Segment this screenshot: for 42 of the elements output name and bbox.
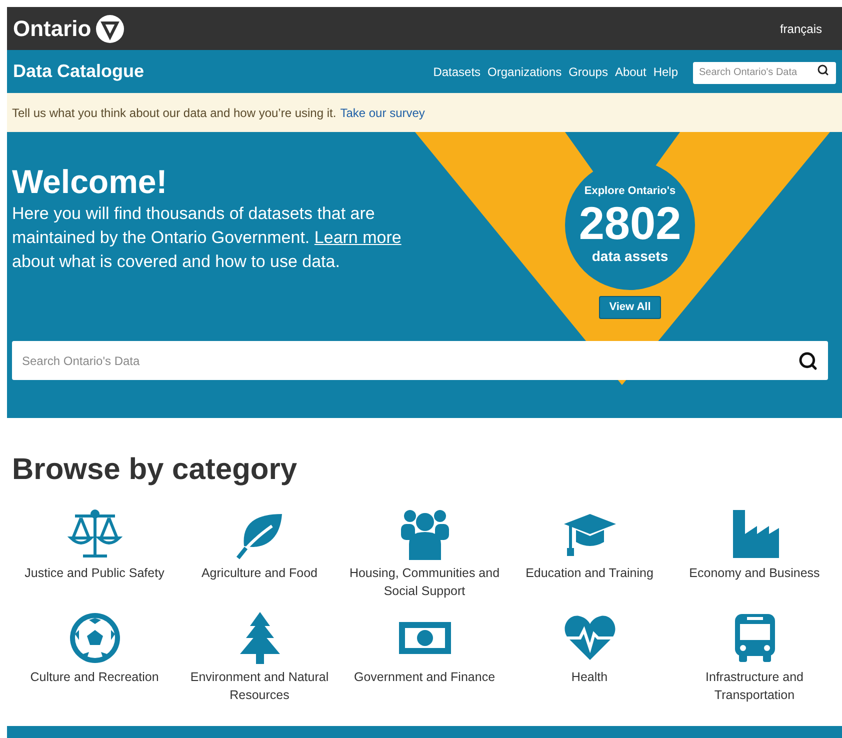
category-label: Justice and Public Safety xyxy=(24,565,164,582)
nav-link[interactable]: Groups xyxy=(568,62,608,80)
category-label: Culture and Recreation xyxy=(30,669,159,686)
category-link[interactable]: Government and Finance xyxy=(342,610,507,704)
hero-search-field[interactable]: Search Ontario's Data xyxy=(12,341,828,380)
category-link[interactable]: Economy and Business xyxy=(672,506,837,600)
asset-count: 2802 xyxy=(578,200,682,246)
view-all-button[interactable]: View All xyxy=(599,296,661,319)
nav-search-field[interactable]: Search Ontario's Data xyxy=(693,62,836,84)
search-icon xyxy=(798,351,818,371)
nav-link[interactable]: Organizations xyxy=(488,62,562,80)
category-label: Economy and Business xyxy=(689,565,820,582)
category-label: Environment and Natural Resources xyxy=(189,669,330,704)
category-label: Government and Finance xyxy=(354,669,496,686)
category-link[interactable]: Infrastructure and Transportation xyxy=(672,610,837,704)
category-link[interactable]: Education and Training xyxy=(507,506,672,600)
category-label: Infrastructure and Transportation xyxy=(704,669,804,704)
site-title: Data Catalogue xyxy=(13,60,144,83)
category-link[interactable]: Health xyxy=(507,610,672,704)
welcome-heading: Welcome! xyxy=(12,162,168,202)
category-label: Health xyxy=(571,669,608,686)
learn-more-link[interactable]: Learn more xyxy=(314,228,402,247)
intro-paragraph: Here you will find thousands of datasets that are maintained by the Ontario Government. Learn more about what is covered and how to use data. xyxy=(12,203,402,273)
category-link[interactable]: Culture and Recreation xyxy=(12,610,177,704)
logo-text: Ontario xyxy=(13,15,92,43)
category-label: Agriculture and Food xyxy=(201,565,318,582)
category-link[interactable]: Environment and Natural Resources xyxy=(177,610,342,704)
counter-label: Explore Ontario's xyxy=(584,184,676,200)
category-link[interactable]: Justice and Public Safety xyxy=(12,506,177,600)
nav-link[interactable]: About xyxy=(614,62,646,80)
category-link[interactable]: Agriculture and Food xyxy=(177,506,342,600)
nav-link[interactable]: Help xyxy=(653,62,678,80)
language-link[interactable]: français xyxy=(780,20,836,38)
browse-heading: Browse by category xyxy=(12,452,298,488)
banner-text: Tell us what you think about our data and how you’re using it. xyxy=(12,104,336,122)
category-link[interactable]: Housing, Communities and Social Support xyxy=(342,506,507,600)
category-label: Housing, Communities and Social Support xyxy=(348,565,501,600)
counter-label: data assets xyxy=(592,246,668,266)
category-label: Education and Training xyxy=(526,565,654,582)
nav-link[interactable]: Datasets xyxy=(433,62,481,80)
search-icon xyxy=(817,64,829,76)
survey-link[interactable]: Take our survey xyxy=(340,104,425,122)
